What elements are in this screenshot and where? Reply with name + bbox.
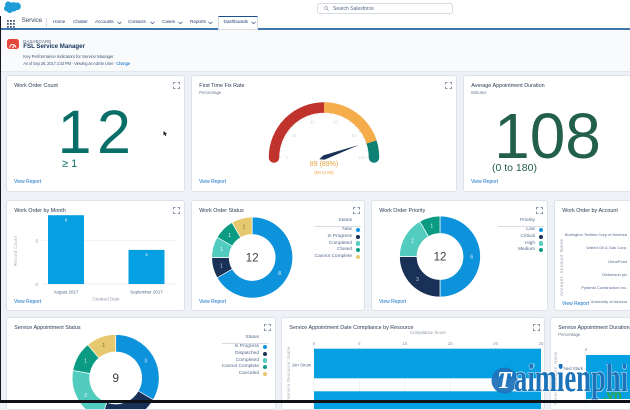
svg-text:12: 12	[246, 253, 259, 265]
svg-text:0: 0	[585, 347, 588, 352]
svg-text:4: 4	[145, 252, 148, 257]
svg-text:Jon Snow: Jon Snow	[292, 363, 312, 368]
svg-text:Service Resource: Name: Service Resource: Name	[286, 346, 291, 400]
svg-text:1: 1	[228, 233, 231, 239]
svg-text:Compliance Score: Compliance Score	[410, 330, 446, 335]
svg-text:Record Count: Record Count	[13, 235, 18, 266]
svg-text:.vn: .vn	[603, 387, 622, 400]
svg-text:Created Date: Created Date	[92, 297, 120, 302]
svg-text:1: 1	[102, 343, 105, 349]
svg-text:2: 2	[84, 393, 87, 399]
svg-text:3: 3	[416, 277, 419, 283]
svg-text:12: 12	[434, 252, 447, 264]
svg-text:9: 9	[112, 371, 119, 385]
svg-text:60: 60	[333, 119, 338, 124]
svg-text:1: 1	[84, 358, 87, 364]
svg-text:8: 8	[278, 271, 281, 277]
svg-text:1: 1	[220, 264, 223, 270]
svg-text:1: 1	[220, 247, 223, 253]
svg-text:6: 6	[470, 254, 473, 260]
svg-text:3: 3	[144, 358, 147, 364]
svg-text:September 2017: September 2017	[130, 290, 163, 295]
svg-text:10: 10	[402, 341, 407, 346]
svg-text:100: 100	[358, 155, 366, 160]
svg-text:80: 80	[352, 133, 357, 138]
svg-text:0: 0	[313, 341, 316, 346]
svg-text:5: 5	[358, 341, 361, 346]
svg-text:8: 8	[65, 218, 68, 223]
svg-text:20: 20	[291, 133, 296, 138]
svg-text:25: 25	[539, 341, 544, 346]
svg-text:40: 40	[310, 119, 315, 124]
svg-text:5: 5	[35, 239, 38, 244]
svg-text:1: 1	[430, 224, 433, 230]
svg-text:T: T	[497, 368, 513, 394]
svg-text:0: 0	[35, 282, 38, 287]
svg-text:2: 2	[411, 238, 414, 244]
svg-text:20: 20	[493, 341, 498, 346]
svg-text:15: 15	[448, 341, 453, 346]
svg-text:August 2017: August 2017	[54, 290, 79, 295]
svg-text:1: 1	[243, 225, 246, 231]
svg-text:0: 0	[285, 155, 288, 160]
